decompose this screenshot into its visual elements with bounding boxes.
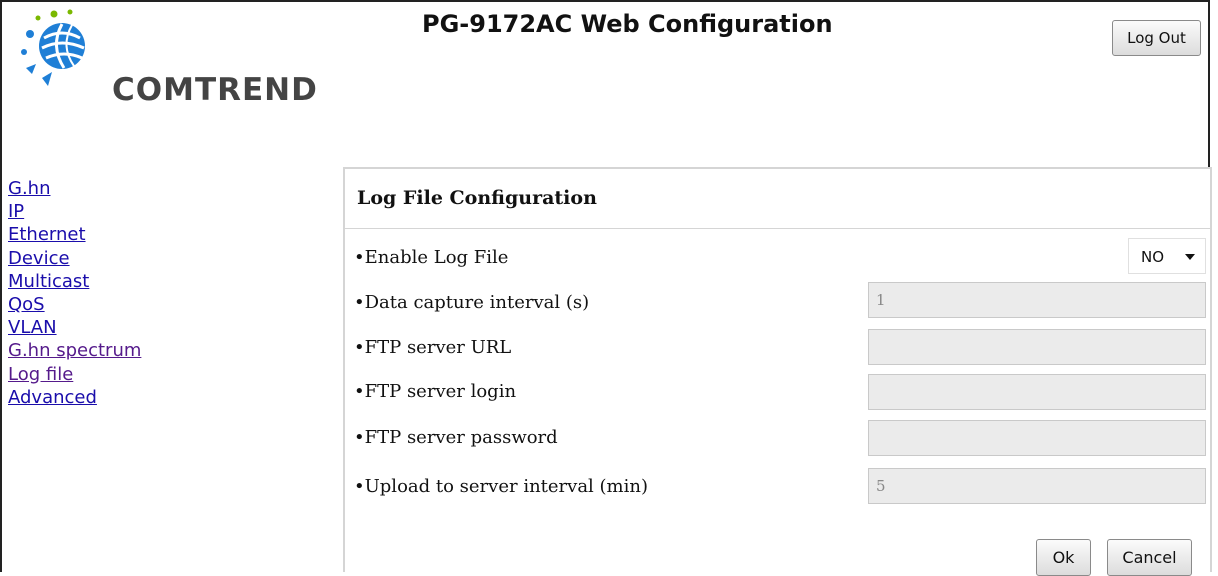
upload-interval-input[interactable] (868, 468, 1206, 504)
panel-divider (345, 228, 1210, 229)
log-file-panel: Log File Configuration •Enable Log File … (343, 167, 1212, 576)
ftp-server-login-input[interactable] (868, 374, 1206, 410)
nav-item-device[interactable]: Device (8, 247, 141, 270)
nav-item-ip[interactable]: IP (8, 200, 141, 223)
nav-item-advanced[interactable]: Advanced (8, 386, 141, 409)
sidebar-nav: G.hn IP Ethernet Device Multicast QoS VL… (8, 177, 141, 409)
enable-log-file-select[interactable]: NO (1128, 238, 1206, 274)
cancel-button[interactable]: Cancel (1107, 539, 1192, 576)
logout-button[interactable]: Log Out (1112, 20, 1201, 56)
nav-item-ghn-spectrum[interactable]: G.hn spectrum (8, 339, 141, 362)
upload-interval-label: •Upload to server interval (min) (354, 476, 648, 497)
chevron-down-icon (1185, 254, 1195, 260)
page-title: PG-9172AC Web Configuration (422, 10, 833, 38)
nav-item-ghn[interactable]: G.hn (8, 177, 141, 200)
enable-log-file-value: NO (1141, 248, 1165, 266)
ftp-server-login-label: •FTP server login (354, 381, 517, 402)
nav-item-log-file[interactable]: Log file (8, 363, 141, 386)
brand-name: COMTREND (112, 72, 318, 108)
ftp-server-url-input[interactable] (868, 329, 1206, 365)
data-capture-interval-label: •Data capture interval (s) (354, 292, 590, 313)
nav-item-ethernet[interactable]: Ethernet (8, 223, 141, 246)
enable-log-file-label: •Enable Log File (354, 247, 509, 268)
ftp-server-url-label: •FTP server URL (354, 337, 512, 358)
nav-item-vlan[interactable]: VLAN (8, 316, 141, 339)
panel-title: Log File Configuration (357, 187, 597, 209)
ftp-server-password-input[interactable] (868, 420, 1206, 456)
nav-item-qos[interactable]: QoS (8, 293, 141, 316)
globe-icon (21, 9, 85, 86)
data-capture-interval-input[interactable] (868, 282, 1206, 318)
ok-button[interactable]: Ok (1036, 539, 1091, 576)
nav-item-multicast[interactable]: Multicast (8, 270, 141, 293)
ftp-server-password-label: •FTP server password (354, 427, 558, 448)
